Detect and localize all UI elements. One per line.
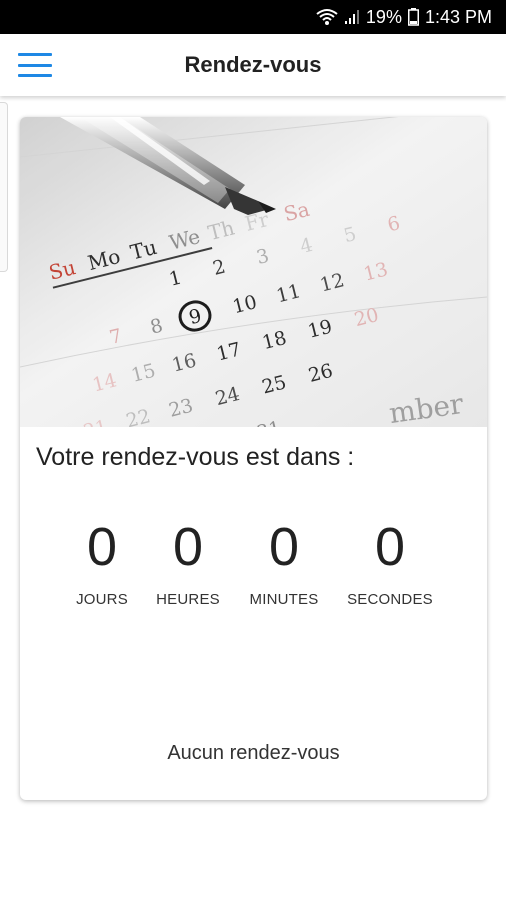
hamburger-menu-icon[interactable] — [18, 53, 52, 77]
drawer-edge-handle[interactable] — [0, 102, 8, 272]
app-bar: Rendez-vous — [0, 34, 506, 96]
countdown-hours-value: 0 — [172, 517, 204, 577]
countdown-seconds-label: SECONDES — [347, 591, 433, 608]
empty-state-message: Aucun rendez-vous — [167, 742, 340, 764]
countdown-hours: 0 HEURES — [133, 517, 243, 608]
status-bar: 19% 1:43 PM — [0, 0, 506, 34]
battery-icon — [407, 8, 419, 26]
countdown-heading: Votre rendez-vous est dans : — [36, 443, 355, 471]
countdown-minutes: 0 MINUTES — [229, 517, 339, 608]
page-title: Rendez-vous — [184, 52, 322, 77]
countdown-minutes-value: 0 — [268, 517, 300, 577]
calendar-with-pen-image: Su Mo Tu We Th Fr Sa 1 2 3 4 5 6 7 8 9 1… — [20, 117, 487, 427]
signal-icon — [344, 9, 360, 25]
countdown-seconds: 0 SECONDES — [335, 517, 445, 608]
countdown-minutes-label: MINUTES — [249, 591, 319, 608]
battery-percent: 19% — [365, 6, 402, 27]
countdown-timer: 0 JOURS 0 HEURES 0 MINUTES 0 SECONDES — [20, 517, 487, 627]
countdown-hours-label: HEURES — [156, 591, 220, 608]
appointment-card: Su Mo Tu We Th Fr Sa 1 2 3 4 5 6 7 8 9 1… — [20, 117, 487, 800]
countdown-seconds-value: 0 — [374, 517, 406, 577]
status-time: 1:43 PM — [424, 6, 492, 27]
wifi-icon — [316, 8, 338, 26]
